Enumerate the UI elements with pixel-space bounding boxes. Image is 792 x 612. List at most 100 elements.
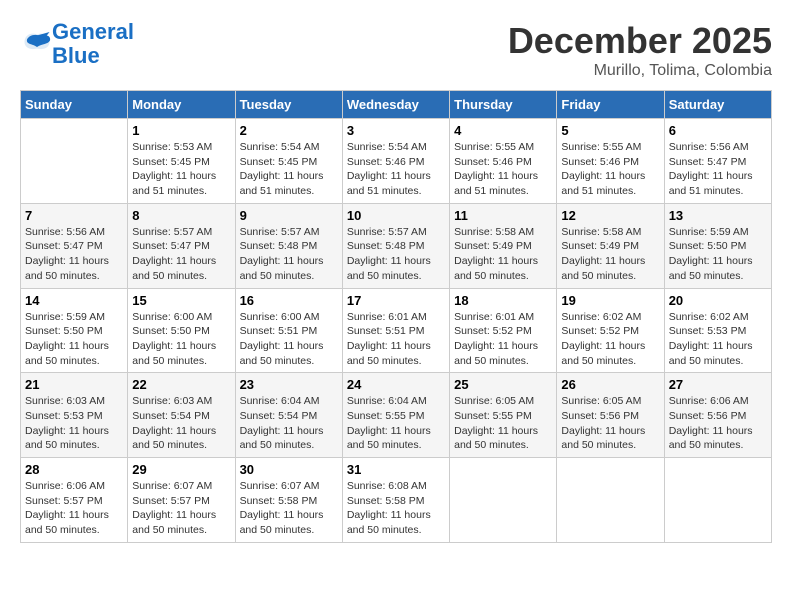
calendar-cell: 24 Sunrise: 6:04 AMSunset: 5:55 PMDayligh… bbox=[342, 373, 449, 458]
calendar-cell: 30 Sunrise: 6:07 AMSunset: 5:58 PMDayligh… bbox=[235, 458, 342, 543]
day-number: 24 bbox=[347, 377, 445, 392]
day-number: 22 bbox=[132, 377, 230, 392]
day-number: 9 bbox=[240, 208, 338, 223]
page-header: General Blue December 2025 Murillo, Toli… bbox=[20, 20, 772, 80]
calendar-cell: 31Sunrise: 6:08 AMSunset: 5:58 PMDayligh… bbox=[342, 458, 449, 543]
weekday-header: Sunday bbox=[21, 91, 128, 119]
day-number: 8 bbox=[132, 208, 230, 223]
calendar-cell: 21 Sunrise: 6:03 AMSunset: 5:53 PMDayligh… bbox=[21, 373, 128, 458]
day-number: 20 bbox=[669, 293, 767, 308]
weekday-header: Monday bbox=[128, 91, 235, 119]
day-number: 1 bbox=[132, 123, 230, 138]
day-number: 2 bbox=[240, 123, 338, 138]
day-number: 16 bbox=[240, 293, 338, 308]
day-info: Sunrise: 5:57 AMSunset: 5:48 PMDaylight:… bbox=[240, 225, 338, 284]
logo: General Blue bbox=[20, 20, 134, 68]
day-info: Sunrise: 5:58 AMSunset: 5:49 PMDaylight:… bbox=[561, 225, 659, 284]
calendar-cell: 1 Sunrise: 5:53 AMSunset: 5:45 PMDaylight… bbox=[128, 119, 235, 204]
day-number: 30 bbox=[240, 462, 338, 477]
calendar-cell: 17Sunrise: 6:01 AMSunset: 5:51 PMDayligh… bbox=[342, 288, 449, 373]
day-number: 11 bbox=[454, 208, 552, 223]
day-number: 27 bbox=[669, 377, 767, 392]
day-info: Sunrise: 5:54 AMSunset: 5:45 PMDaylight:… bbox=[240, 140, 338, 199]
calendar-cell: 8 Sunrise: 5:57 AMSunset: 5:47 PMDaylight… bbox=[128, 203, 235, 288]
day-number: 18 bbox=[454, 293, 552, 308]
day-info: Sunrise: 5:56 AMSunset: 5:47 PMDaylight:… bbox=[25, 225, 123, 284]
weekday-header-row: SundayMondayTuesdayWednesdayThursdayFrid… bbox=[21, 91, 772, 119]
day-info: Sunrise: 5:57 AMSunset: 5:48 PMDaylight:… bbox=[347, 225, 445, 284]
calendar-cell: 2 Sunrise: 5:54 AMSunset: 5:45 PMDaylight… bbox=[235, 119, 342, 204]
day-number: 13 bbox=[669, 208, 767, 223]
day-number: 6 bbox=[669, 123, 767, 138]
calendar-cell: 13 Sunrise: 5:59 AMSunset: 5:50 PMDayligh… bbox=[664, 203, 771, 288]
day-info: Sunrise: 5:56 AMSunset: 5:47 PMDaylight:… bbox=[669, 140, 767, 199]
calendar-cell bbox=[450, 458, 557, 543]
day-info: Sunrise: 5:55 AMSunset: 5:46 PMDaylight:… bbox=[561, 140, 659, 199]
day-info: Sunrise: 6:04 AMSunset: 5:55 PMDaylight:… bbox=[347, 394, 445, 453]
day-number: 5 bbox=[561, 123, 659, 138]
calendar-week-row: 7Sunrise: 5:56 AMSunset: 5:47 PMDaylight… bbox=[21, 203, 772, 288]
location: Murillo, Tolima, Colombia bbox=[508, 62, 772, 80]
calendar-week-row: 1 Sunrise: 5:53 AMSunset: 5:45 PMDaylight… bbox=[21, 119, 772, 204]
day-number: 28 bbox=[25, 462, 123, 477]
day-number: 19 bbox=[561, 293, 659, 308]
day-info: Sunrise: 5:53 AMSunset: 5:45 PMDaylight:… bbox=[132, 140, 230, 199]
calendar-cell: 6 Sunrise: 5:56 AMSunset: 5:47 PMDaylight… bbox=[664, 119, 771, 204]
day-info: Sunrise: 6:06 AMSunset: 5:56 PMDaylight:… bbox=[669, 394, 767, 453]
calendar-cell: 7Sunrise: 5:56 AMSunset: 5:47 PMDaylight… bbox=[21, 203, 128, 288]
day-info: Sunrise: 6:04 AMSunset: 5:54 PMDaylight:… bbox=[240, 394, 338, 453]
calendar-cell: 23 Sunrise: 6:04 AMSunset: 5:54 PMDayligh… bbox=[235, 373, 342, 458]
calendar-cell: 11 Sunrise: 5:58 AMSunset: 5:49 PMDayligh… bbox=[450, 203, 557, 288]
weekday-header: Thursday bbox=[450, 91, 557, 119]
logo-text: General Blue bbox=[52, 20, 134, 68]
calendar-cell: 25 Sunrise: 6:05 AMSunset: 5:55 PMDayligh… bbox=[450, 373, 557, 458]
calendar-cell: 22 Sunrise: 6:03 AMSunset: 5:54 PMDayligh… bbox=[128, 373, 235, 458]
calendar-week-row: 14Sunrise: 5:59 AMSunset: 5:50 PMDayligh… bbox=[21, 288, 772, 373]
day-number: 21 bbox=[25, 377, 123, 392]
day-info: Sunrise: 6:07 AMSunset: 5:57 PMDaylight:… bbox=[132, 479, 230, 538]
day-info: Sunrise: 5:58 AMSunset: 5:49 PMDaylight:… bbox=[454, 225, 552, 284]
day-info: Sunrise: 6:05 AMSunset: 5:55 PMDaylight:… bbox=[454, 394, 552, 453]
calendar-cell: 16 Sunrise: 6:00 AMSunset: 5:51 PMDayligh… bbox=[235, 288, 342, 373]
weekday-header: Friday bbox=[557, 91, 664, 119]
calendar-cell bbox=[557, 458, 664, 543]
calendar-week-row: 28 Sunrise: 6:06 AMSunset: 5:57 PMDayligh… bbox=[21, 458, 772, 543]
calendar-cell: 5 Sunrise: 5:55 AMSunset: 5:46 PMDaylight… bbox=[557, 119, 664, 204]
day-number: 3 bbox=[347, 123, 445, 138]
day-info: Sunrise: 5:59 AMSunset: 5:50 PMDaylight:… bbox=[25, 310, 123, 369]
weekday-header: Saturday bbox=[664, 91, 771, 119]
day-number: 4 bbox=[454, 123, 552, 138]
calendar-cell: 28 Sunrise: 6:06 AMSunset: 5:57 PMDayligh… bbox=[21, 458, 128, 543]
calendar-cell: 27 Sunrise: 6:06 AMSunset: 5:56 PMDayligh… bbox=[664, 373, 771, 458]
day-number: 25 bbox=[454, 377, 552, 392]
calendar-cell bbox=[664, 458, 771, 543]
calendar-cell bbox=[21, 119, 128, 204]
day-info: Sunrise: 5:57 AMSunset: 5:47 PMDaylight:… bbox=[132, 225, 230, 284]
day-info: Sunrise: 6:01 AMSunset: 5:51 PMDaylight:… bbox=[347, 310, 445, 369]
calendar-cell: 10Sunrise: 5:57 AMSunset: 5:48 PMDayligh… bbox=[342, 203, 449, 288]
calendar-cell: 26Sunrise: 6:05 AMSunset: 5:56 PMDayligh… bbox=[557, 373, 664, 458]
day-number: 23 bbox=[240, 377, 338, 392]
day-info: Sunrise: 6:03 AMSunset: 5:54 PMDaylight:… bbox=[132, 394, 230, 453]
calendar-cell: 29 Sunrise: 6:07 AMSunset: 5:57 PMDayligh… bbox=[128, 458, 235, 543]
day-info: Sunrise: 5:55 AMSunset: 5:46 PMDaylight:… bbox=[454, 140, 552, 199]
day-info: Sunrise: 6:00 AMSunset: 5:51 PMDaylight:… bbox=[240, 310, 338, 369]
day-number: 31 bbox=[347, 462, 445, 477]
calendar-cell: 4 Sunrise: 5:55 AMSunset: 5:46 PMDaylight… bbox=[450, 119, 557, 204]
weekday-header: Tuesday bbox=[235, 91, 342, 119]
day-info: Sunrise: 6:02 AMSunset: 5:53 PMDaylight:… bbox=[669, 310, 767, 369]
calendar-week-row: 21 Sunrise: 6:03 AMSunset: 5:53 PMDayligh… bbox=[21, 373, 772, 458]
day-info: Sunrise: 6:03 AMSunset: 5:53 PMDaylight:… bbox=[25, 394, 123, 453]
weekday-header: Wednesday bbox=[342, 91, 449, 119]
day-info: Sunrise: 6:06 AMSunset: 5:57 PMDaylight:… bbox=[25, 479, 123, 538]
calendar-cell: 14Sunrise: 5:59 AMSunset: 5:50 PMDayligh… bbox=[21, 288, 128, 373]
calendar-cell: 20 Sunrise: 6:02 AMSunset: 5:53 PMDayligh… bbox=[664, 288, 771, 373]
day-info: Sunrise: 6:07 AMSunset: 5:58 PMDaylight:… bbox=[240, 479, 338, 538]
day-number: 29 bbox=[132, 462, 230, 477]
calendar-cell: 12Sunrise: 5:58 AMSunset: 5:49 PMDayligh… bbox=[557, 203, 664, 288]
day-info: Sunrise: 5:59 AMSunset: 5:50 PMDaylight:… bbox=[669, 225, 767, 284]
day-info: Sunrise: 6:01 AMSunset: 5:52 PMDaylight:… bbox=[454, 310, 552, 369]
calendar-cell: 18 Sunrise: 6:01 AMSunset: 5:52 PMDayligh… bbox=[450, 288, 557, 373]
day-number: 26 bbox=[561, 377, 659, 392]
calendar-cell: 9 Sunrise: 5:57 AMSunset: 5:48 PMDaylight… bbox=[235, 203, 342, 288]
